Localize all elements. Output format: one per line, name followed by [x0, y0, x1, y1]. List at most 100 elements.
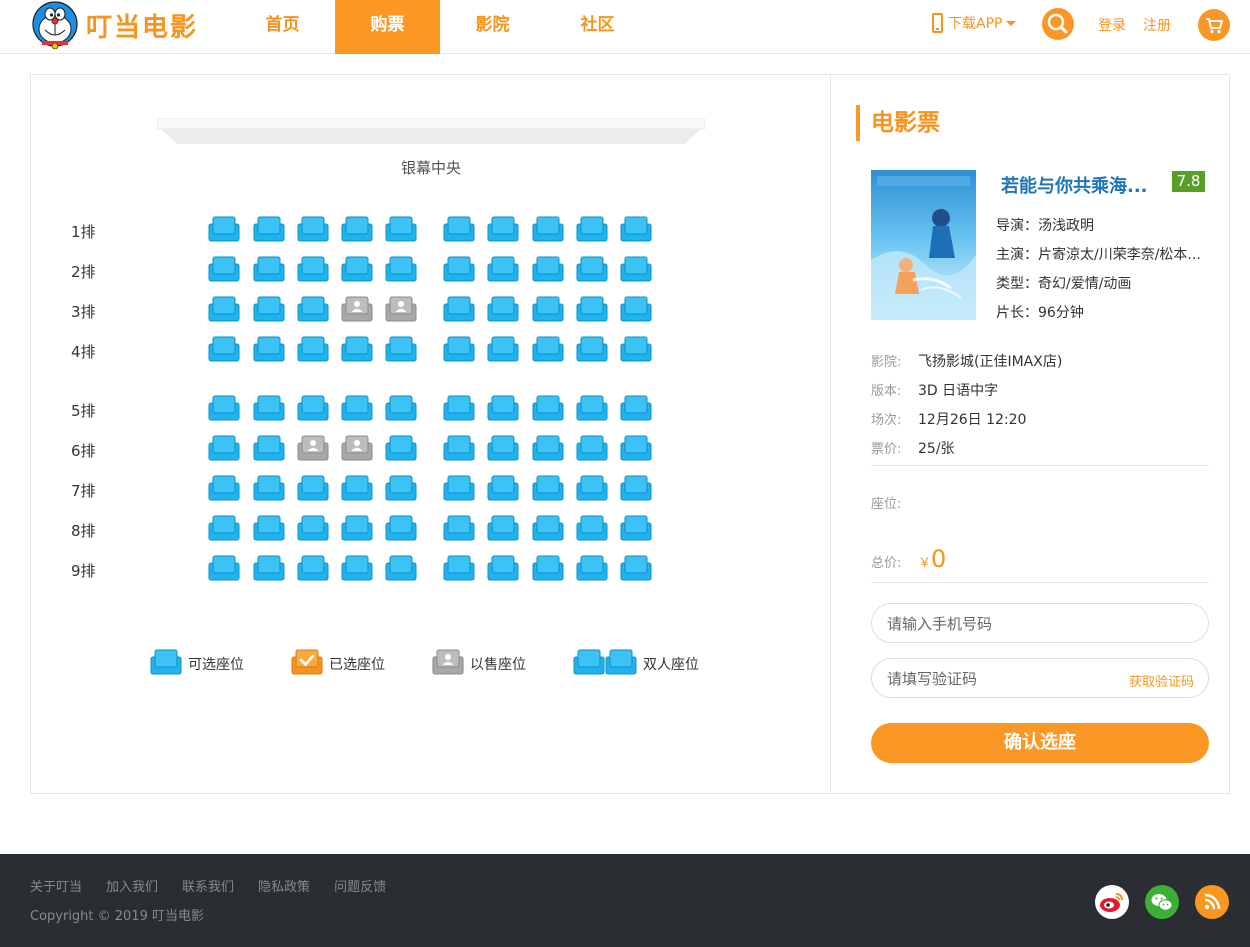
- verification-code-input[interactable]: [887, 668, 1117, 690]
- available-seat-button[interactable]: [487, 555, 519, 581]
- available-seat-button[interactable]: [253, 555, 285, 581]
- footer-link-about[interactable]: 关于叮当: [30, 876, 82, 895]
- available-seat-button[interactable]: [208, 256, 240, 282]
- available-seat-button[interactable]: [532, 555, 564, 581]
- available-seat-button[interactable]: [487, 296, 519, 322]
- available-seat-button[interactable]: [208, 395, 240, 421]
- available-seat-button[interactable]: [253, 475, 285, 501]
- cart-button[interactable]: [1198, 9, 1230, 41]
- available-seat-button[interactable]: [253, 336, 285, 362]
- available-seat-button[interactable]: [620, 515, 652, 541]
- available-seat-button[interactable]: [620, 475, 652, 501]
- available-seat-button[interactable]: [253, 256, 285, 282]
- available-seat-button[interactable]: [341, 216, 373, 242]
- available-seat-button[interactable]: [487, 515, 519, 541]
- nav-tickets[interactable]: 购票: [335, 0, 440, 54]
- available-seat-button[interactable]: [297, 395, 329, 421]
- available-seat-button[interactable]: [297, 256, 329, 282]
- available-seat-button[interactable]: [341, 515, 373, 541]
- available-seat-button[interactable]: [443, 475, 475, 501]
- available-seat-button[interactable]: [253, 515, 285, 541]
- available-seat-button[interactable]: [385, 256, 417, 282]
- available-seat-button[interactable]: [443, 515, 475, 541]
- available-seat-button[interactable]: [576, 216, 608, 242]
- login-link[interactable]: 登录: [1098, 15, 1126, 35]
- available-seat-button[interactable]: [487, 216, 519, 242]
- weibo-icon[interactable]: [1095, 885, 1129, 919]
- available-seat-button[interactable]: [385, 515, 417, 541]
- available-seat-button[interactable]: [532, 336, 564, 362]
- available-seat-button[interactable]: [253, 395, 285, 421]
- available-seat-button[interactable]: [341, 475, 373, 501]
- available-seat-button[interactable]: [297, 555, 329, 581]
- available-seat-button[interactable]: [576, 256, 608, 282]
- available-seat-button[interactable]: [385, 435, 417, 461]
- available-seat-button[interactable]: [208, 555, 240, 581]
- available-seat-button[interactable]: [253, 296, 285, 322]
- available-seat-button[interactable]: [620, 216, 652, 242]
- register-link[interactable]: 注册: [1143, 15, 1171, 35]
- nav-home[interactable]: 首页: [230, 0, 335, 54]
- available-seat-button[interactable]: [576, 515, 608, 541]
- available-seat-button[interactable]: [297, 515, 329, 541]
- available-seat-button[interactable]: [297, 216, 329, 242]
- available-seat-button[interactable]: [208, 475, 240, 501]
- footer-link-feedback[interactable]: 问题反馈: [334, 876, 386, 895]
- movie-title[interactable]: 若能与你共乘海...: [1001, 172, 1148, 198]
- available-seat-button[interactable]: [443, 296, 475, 322]
- available-seat-button[interactable]: [487, 475, 519, 501]
- available-seat-button[interactable]: [487, 256, 519, 282]
- available-seat-button[interactable]: [576, 555, 608, 581]
- available-seat-button[interactable]: [532, 216, 564, 242]
- footer-link-join[interactable]: 加入我们: [106, 876, 158, 895]
- code-field[interactable]: 获取验证码: [871, 658, 1209, 698]
- available-seat-button[interactable]: [208, 216, 240, 242]
- available-seat-button[interactable]: [208, 296, 240, 322]
- wechat-icon[interactable]: [1145, 885, 1179, 919]
- available-seat-button[interactable]: [443, 435, 475, 461]
- movie-poster[interactable]: [871, 170, 976, 320]
- available-seat-button[interactable]: [620, 296, 652, 322]
- available-seat-button[interactable]: [443, 336, 475, 362]
- available-seat-button[interactable]: [532, 435, 564, 461]
- available-seat-button[interactable]: [620, 336, 652, 362]
- available-seat-button[interactable]: [620, 555, 652, 581]
- available-seat-button[interactable]: [443, 555, 475, 581]
- search-button[interactable]: [1042, 8, 1074, 40]
- available-seat-button[interactable]: [576, 296, 608, 322]
- footer-link-contact[interactable]: 联系我们: [182, 876, 234, 895]
- available-seat-button[interactable]: [208, 435, 240, 461]
- available-seat-button[interactable]: [487, 336, 519, 362]
- download-app-button[interactable]: 下载APP: [932, 13, 1017, 33]
- nav-cinemas[interactable]: 影院: [440, 0, 545, 54]
- available-seat-button[interactable]: [385, 336, 417, 362]
- available-seat-button[interactable]: [385, 555, 417, 581]
- nav-community[interactable]: 社区: [545, 0, 650, 54]
- footer-link-privacy[interactable]: 隐私政策: [258, 876, 310, 895]
- available-seat-button[interactable]: [341, 336, 373, 362]
- available-seat-button[interactable]: [341, 395, 373, 421]
- available-seat-button[interactable]: [297, 296, 329, 322]
- available-seat-button[interactable]: [341, 256, 373, 282]
- available-seat-button[interactable]: [532, 515, 564, 541]
- phone-field[interactable]: [871, 603, 1209, 643]
- available-seat-button[interactable]: [253, 435, 285, 461]
- available-seat-button[interactable]: [487, 395, 519, 421]
- get-code-button[interactable]: 获取验证码: [1129, 671, 1194, 690]
- confirm-seat-button[interactable]: 确认选座: [871, 723, 1209, 763]
- available-seat-button[interactable]: [443, 256, 475, 282]
- available-seat-button[interactable]: [385, 216, 417, 242]
- available-seat-button[interactable]: [487, 435, 519, 461]
- available-seat-button[interactable]: [576, 395, 608, 421]
- available-seat-button[interactable]: [532, 256, 564, 282]
- available-seat-button[interactable]: [208, 515, 240, 541]
- available-seat-button[interactable]: [620, 435, 652, 461]
- available-seat-button[interactable]: [385, 475, 417, 501]
- available-seat-button[interactable]: [532, 395, 564, 421]
- rss-icon[interactable]: [1195, 885, 1229, 919]
- available-seat-button[interactable]: [253, 216, 285, 242]
- available-seat-button[interactable]: [576, 435, 608, 461]
- available-seat-button[interactable]: [443, 216, 475, 242]
- available-seat-button[interactable]: [341, 555, 373, 581]
- available-seat-button[interactable]: [532, 475, 564, 501]
